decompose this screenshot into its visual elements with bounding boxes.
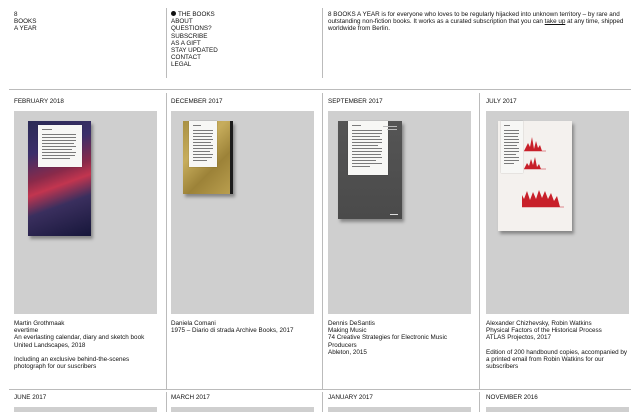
book-publisher: ATLAS Projectos, 2017 <box>486 334 551 342</box>
book-date: DECEMBER 2017 <box>171 98 223 105</box>
book-author: Dennis DeSantis <box>328 320 375 327</box>
book-date: NOVEMBER 2016 <box>486 394 538 401</box>
book-subtitle: An everlasting calendar, diary and sketc… <box>14 334 145 342</box>
cover-logo-mark <box>390 214 398 215</box>
insert-sheet <box>348 121 388 175</box>
book-note: a printed email from Robin Watkins for o… <box>486 355 604 363</box>
site-header: 8 BOOKS A YEAR THE BOOKS ABOUT QUESTIONS… <box>0 0 640 80</box>
logo-line: A YEAR <box>14 25 37 33</box>
column-divider <box>166 392 167 412</box>
book-image[interactable] <box>486 111 629 314</box>
book-title: Physical Factors of the Historical Proce… <box>486 327 602 335</box>
nav-item-contact[interactable]: CONTACT <box>171 54 218 61</box>
book-subtitle: 74 Creative Strategies for Electronic Mu… <box>328 334 447 342</box>
book-image[interactable] <box>328 407 471 412</box>
nav-item-legal[interactable]: LEGAL <box>171 61 218 68</box>
column-divider <box>322 93 323 389</box>
intro-line: worldwide from Berlin. <box>328 25 390 33</box>
book-author: Daniela Comani <box>171 320 216 327</box>
book-publisher: Ableton, 2015 <box>328 348 367 356</box>
nav-label: THE BOOKS <box>178 11 215 18</box>
nav-item-the-books[interactable]: THE BOOKS <box>171 11 218 18</box>
logo-line: BOOKS <box>14 18 37 26</box>
column-divider <box>322 392 323 412</box>
book-note: photograph for our suscribers <box>14 363 97 371</box>
intro-text: 8 BOOKS A YEAR is for everyone who loves… <box>328 11 628 33</box>
book-date: SEPTEMBER 2017 <box>328 98 383 105</box>
intro-text-part: at any time, shipped <box>565 18 624 26</box>
cover-title-mark <box>387 129 397 130</box>
nav-item-stay-updated[interactable]: STAY UPDATED <box>171 47 218 54</box>
logo[interactable]: 8 BOOKS A YEAR <box>14 11 94 33</box>
book-date: MARCH 2017 <box>171 394 210 401</box>
book-title: Making Music <box>328 327 367 335</box>
book-image[interactable] <box>328 111 471 314</box>
insert-sheet <box>189 121 217 167</box>
main-nav: THE BOOKS ABOUT QUESTIONS? SUBSCRIBE AS … <box>171 11 218 69</box>
header-divider <box>166 8 167 78</box>
book-author: Alexander Chizhevsky, Robin Watkins <box>486 320 592 327</box>
book-image[interactable] <box>14 407 157 412</box>
book-info: Martin Grothmaak evertime An everlasting… <box>14 320 159 370</box>
book-title: 1975 – Diario di strada Archive Books, 2… <box>171 327 294 335</box>
column-divider <box>479 93 480 389</box>
book-author: Martin Grothmaak <box>14 320 65 327</box>
intro-text-part: outstanding non-fiction books. It works … <box>328 18 545 26</box>
nav-item-questions[interactable]: QUESTIONS? <box>171 25 218 32</box>
take-up-link[interactable]: take up <box>545 18 566 25</box>
book-image[interactable] <box>14 111 157 314</box>
insert-sheet <box>501 121 523 173</box>
book-cover <box>28 121 91 236</box>
book-info: Daniela Comani 1975 – Diario di strada A… <box>171 320 316 334</box>
book-image[interactable] <box>171 111 314 314</box>
book-subtitle: Producers <box>328 341 357 349</box>
book-image[interactable] <box>486 407 629 412</box>
active-dot-icon <box>171 11 176 16</box>
book-note: subscribers <box>486 363 519 371</box>
book-cover <box>338 121 402 219</box>
book-info: Alexander Chizhevsky, Robin Watkins Phys… <box>486 320 636 370</box>
intro-line: outstanding non-fiction books. It works … <box>328 18 628 25</box>
section-divider <box>9 389 631 390</box>
nav-item-subscribe[interactable]: SUBSCRIBE <box>171 33 218 40</box>
book-title: evertime <box>14 327 39 335</box>
header-divider <box>322 8 323 78</box>
book-info: Dennis DeSantis Making Music 74 Creative… <box>328 320 473 356</box>
column-divider <box>166 93 167 389</box>
book-date: JUNE 2017 <box>14 394 47 401</box>
book-cover <box>183 121 233 194</box>
book-note: Edition of 200 handbound copies, accompa… <box>486 348 628 356</box>
book-date: FEBRUARY 2018 <box>14 98 64 105</box>
book-image[interactable] <box>171 407 314 412</box>
book-date: JANUARY 2017 <box>328 394 373 401</box>
cover-chart-graphic <box>522 137 564 208</box>
column-divider <box>479 392 480 412</box>
nav-item-as-a-gift[interactable]: AS A GIFT <box>171 40 218 47</box>
cover-title-mark <box>383 126 397 127</box>
insert-sheet <box>38 125 82 167</box>
logo-line: 8 <box>14 11 18 18</box>
nav-item-about[interactable]: ABOUT <box>171 18 218 25</box>
book-note: Including an exclusive behind-the-scenes <box>14 355 130 363</box>
book-cover <box>498 121 572 231</box>
section-divider <box>9 89 631 90</box>
intro-line: 8 BOOKS A YEAR is for everyone who loves… <box>328 11 620 18</box>
book-date: JULY 2017 <box>486 98 517 105</box>
book-publisher: United Landscapes, 2018 <box>14 341 86 349</box>
